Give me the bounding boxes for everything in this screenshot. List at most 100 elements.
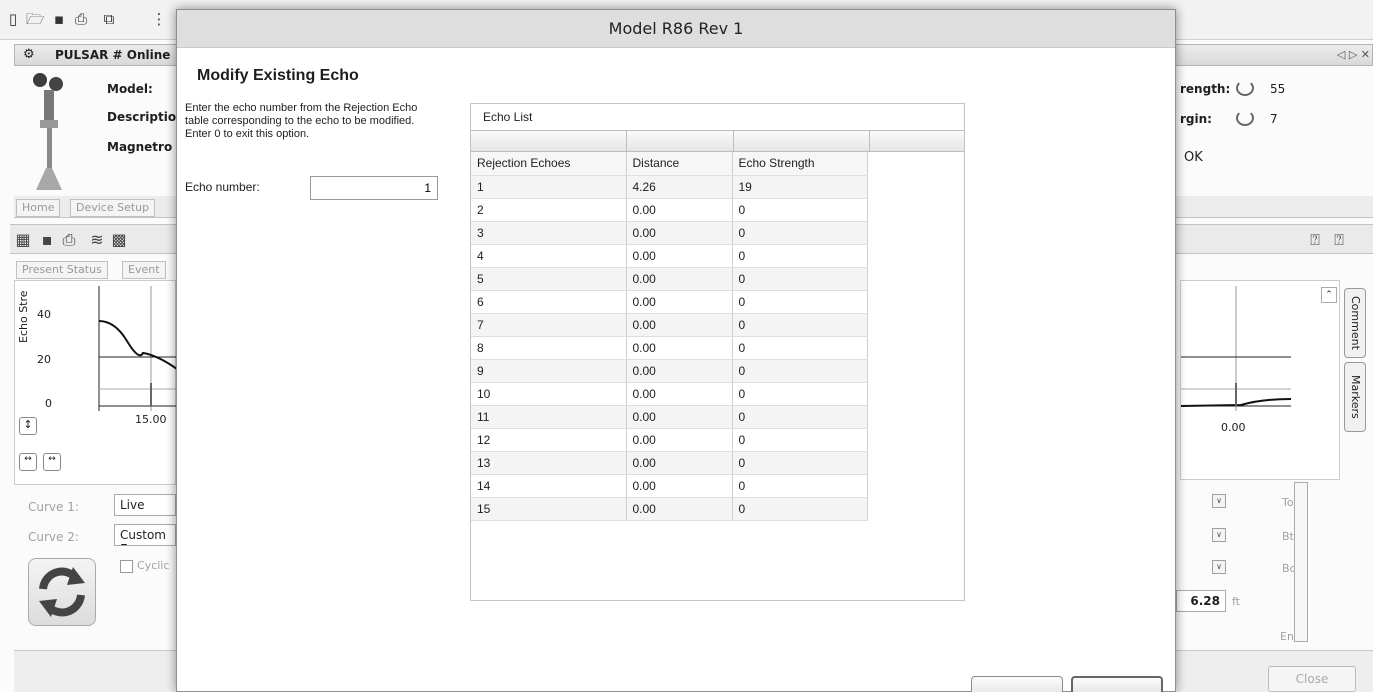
copy-icon[interactable]: ⧉ [100,10,118,28]
strength-cell: 0 [732,474,868,498]
strength-cell: 0 [732,244,868,268]
table-row[interactable]: 3 0.00 0 [471,221,868,245]
echo-number-label: Echo number: [185,180,260,194]
toolbar-overflow-icon[interactable]: ⋮ [150,10,168,28]
echo-number-cell: 12 [471,428,627,452]
signal-icon[interactable]: ≋ [88,231,106,249]
pulsar-logo-icon: ⚙ [23,47,35,62]
tab-event[interactable]: Event [122,261,166,279]
echo-number-cell: 1 [471,175,627,199]
save-chart-icon[interactable]: ▪ [38,231,56,249]
echo-chart-left: Echo Stre 40 20 0 15.00 ↕ ↔ ↔ [14,280,177,485]
save-icon[interactable]: ▪ [50,10,68,28]
echo-number-cell: 9 [471,359,627,383]
nav-arrows[interactable]: ◁ ▷ ✕ [1337,48,1370,61]
dialog-heading: Modify Existing Echo [197,67,359,84]
tab-comment[interactable]: Comment [1344,288,1366,358]
dialog-instructions: Enter the echo number from the Rejection… [185,102,418,140]
refresh-button[interactable] [28,558,96,626]
close-button[interactable]: Close [1268,666,1356,692]
cyclic-label: Cyclic [137,559,170,572]
strength-cell: 19 [732,175,868,199]
new-file-icon[interactable]: ▯ [4,10,22,28]
device-image [33,73,63,190]
table-row[interactable]: 1 4.26 19 [471,175,868,199]
echo-number-cell: 11 [471,405,627,429]
tab-device-setup[interactable]: Device Setup [70,199,156,217]
table-row[interactable]: 7 0.00 0 [471,313,868,337]
print-chart-icon[interactable]: ⎙ [60,231,78,249]
bottom-label: Bt [1282,530,1294,543]
distance-cell: 0.00 [626,267,733,291]
distance-cell: 0.00 [626,451,733,475]
open-folder-icon[interactable]: 🗁 [26,10,45,28]
distance-input[interactable]: 6.28 [1176,590,1226,612]
dropdown-3-icon[interactable]: ∨ [1212,560,1226,574]
dialog-primary-button[interactable] [1071,676,1163,692]
dropdown-1-icon[interactable]: ∨ [1212,494,1226,508]
help-icon[interactable]: ⍰ [1306,231,1324,249]
echo-list-panel: Echo List Rejection Echoes Distance Echo… [470,103,965,601]
context-help-icon[interactable]: ⍰ [1330,231,1348,249]
column-header-echo-strength: Echo Strength [732,152,868,176]
modify-echo-dialog: Model R86 Rev 1 Modify Existing Echo Ent… [176,9,1176,692]
print-icon[interactable]: ⎙ [72,10,90,28]
table-row[interactable]: 10 0.00 0 [471,382,868,406]
top-label: To [1282,496,1294,509]
x-tick-15: 15.00 [135,413,167,426]
refresh-icon [39,567,85,617]
model-label: Model: [107,82,153,96]
table-row[interactable]: 2 0.00 0 [471,198,868,222]
distance-cell: 0.00 [626,405,733,429]
distance-cell: 0.00 [626,221,733,245]
table-row[interactable]: 9 0.00 0 [471,359,868,383]
strength-cell: 0 [732,428,868,452]
strength-refresh-icon[interactable] [1236,80,1254,96]
echo-chart-right: 0.00 ⌃ [1180,280,1340,480]
status-ok: OK [1184,150,1203,165]
table-row[interactable]: 4 0.00 0 [471,244,868,268]
curve1-select[interactable]: Live [114,494,176,516]
dialog-secondary-button[interactable] [971,676,1063,692]
tab-markers[interactable]: Markers [1344,362,1366,432]
zoom-fit-icon[interactable]: ↔ [19,453,37,471]
table-row[interactable]: 5 0.00 0 [471,267,868,291]
table-row[interactable]: 6 0.00 0 [471,290,868,314]
table-row[interactable]: 13 0.00 0 [471,451,868,475]
column-header-rejection-echoes: Rejection Echoes [471,152,627,176]
strength-cell: 0 [732,497,868,521]
vertical-scrollbar[interactable] [1294,482,1308,642]
curve2-label: Curve 2: [28,530,79,544]
echo-list-header-strip [471,130,964,152]
zoom-vertical-icon[interactable]: ↕ [19,417,37,435]
waveform-icon[interactable]: ▩ [110,231,128,249]
tab-present-status[interactable]: Present Status [16,261,108,279]
table-row[interactable]: 11 0.00 0 [471,405,868,429]
column-header-distance: Distance [626,152,733,176]
scroll-up-icon[interactable]: ⌃ [1321,287,1337,303]
strength-cell: 0 [732,451,868,475]
table-row[interactable]: 8 0.00 0 [471,336,868,360]
table-row[interactable]: 14 0.00 0 [471,474,868,498]
echo-curve-left [98,286,177,411]
strength-cell: 0 [732,382,868,406]
distance-cell: 0.00 [626,497,733,521]
dropdown-2-icon[interactable]: ∨ [1212,528,1226,542]
echo-number-input[interactable] [310,176,438,200]
distance-cell: 0.00 [626,336,733,360]
echo-number-cell: 2 [471,198,627,222]
margin-refresh-icon[interactable] [1236,110,1254,126]
strength-cell: 0 [732,221,868,245]
tab-home[interactable]: Home [16,199,61,217]
margin-value: 7 [1270,112,1278,126]
table-row[interactable]: 12 0.00 0 [471,428,868,452]
echo-number-cell: 10 [471,382,627,406]
curve2-select[interactable]: Custom E [114,524,176,546]
magnetrol-label: Magnetro [107,140,173,154]
zoom-horizontal-icon[interactable]: ↔ [43,453,61,471]
distance-cell: 0.00 [626,359,733,383]
table-view-icon[interactable]: ▦ [14,231,32,249]
description-label: Descriptio [107,110,177,124]
cyclic-checkbox[interactable] [120,560,133,573]
table-row[interactable]: 15 0.00 0 [471,497,868,521]
